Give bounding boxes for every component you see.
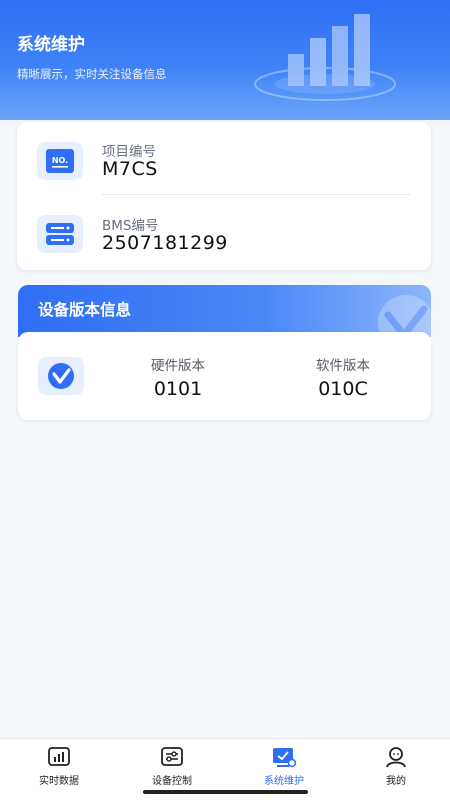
tab-label: 系统维护 [264,776,304,787]
brand-watermark-icon [378,295,431,337]
page-header: 系统维护 精晰展示，实时关注设备信息 [0,0,450,120]
tab-realtime-data[interactable]: 实时数据 [14,744,104,787]
software-version: 软件版本 010C [288,354,398,400]
bar-chart-illustration-icon [254,14,396,101]
hardware-version-value: 0101 [153,378,203,400]
tab-label: 设备控制 [152,776,192,787]
divider [102,194,410,195]
bms-number-value: 2507181299 [102,232,228,254]
bms-number-label: BMS编号 [102,218,159,234]
hardware-version-label: 硬件版本 [151,358,205,374]
project-number-label: 项目编号 [102,144,156,160]
brand-v-icon [38,357,84,395]
device-info-card: NO. 项目编号 M7CS BMS编号 2507181299 [17,122,431,270]
tab-me[interactable]: 我的 [351,744,441,787]
svg-text:NO.: NO. [52,156,68,165]
version-section-title: 设备版本信息 [38,301,132,319]
tab-label: 实时数据 [39,776,79,787]
software-version-value: 010C [318,378,368,400]
version-card: 硬件版本 0101 软件版本 010C [18,332,431,420]
version-section-header: 设备版本信息 [18,285,431,337]
tab-system-maintenance[interactable]: 系统维护 [239,744,329,787]
user-icon [351,744,441,770]
page-subtitle: 精晰展示，实时关注设备信息 [17,67,167,81]
home-indicator [143,790,308,794]
sliders-icon [127,744,217,770]
tab-label: 我的 [386,776,406,787]
no-icon: NO. [37,142,83,180]
tab-device-control[interactable]: 设备控制 [127,744,217,787]
maintenance-icon [239,744,329,770]
project-number-value: M7CS [102,158,158,180]
server-icon [37,215,83,253]
software-version-label: 软件版本 [316,358,370,374]
hardware-version: 硬件版本 0101 [123,354,233,400]
chart-icon [14,744,104,770]
page-title: 系统维护 [17,35,85,55]
